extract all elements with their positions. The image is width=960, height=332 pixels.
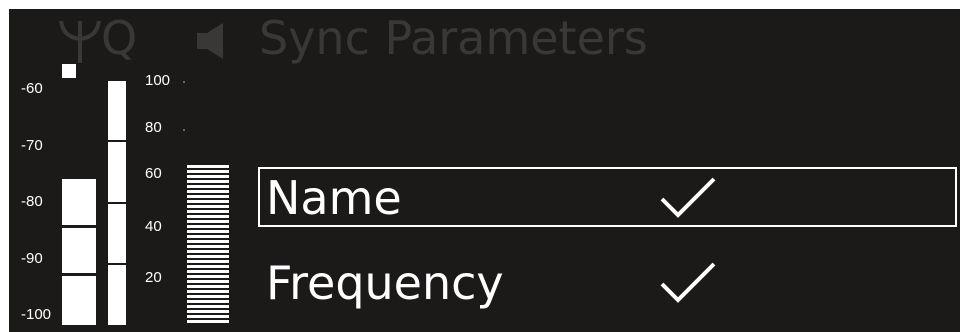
checkmark-icon <box>660 262 716 303</box>
rf-tick: -90 <box>21 250 43 267</box>
level-segment <box>108 142 126 202</box>
rf-tick: -80 <box>21 193 43 210</box>
af-tick: 20 <box>145 269 162 286</box>
menu-item-name[interactable]: Name <box>258 167 957 227</box>
af-level-bar <box>187 165 229 325</box>
menu-item-label: Name <box>266 171 402 225</box>
menu-item-frequency[interactable]: Frequency <box>258 252 957 312</box>
rf-segment <box>62 179 96 225</box>
status-bar: Q Sync Parameters <box>9 9 960 71</box>
af-tick: 60 <box>145 165 162 182</box>
display-screen: Q Sync Parameters -60 -70 -80 -90 -100 1… <box>9 9 960 332</box>
signal-level-bar <box>108 81 126 325</box>
rf-peak-indicator <box>62 64 76 78</box>
rf-level-bar <box>62 179 96 325</box>
level-segment <box>108 204 126 263</box>
af-tick: 40 <box>145 218 162 235</box>
rf-segment <box>62 228 96 273</box>
af-tick: 80 <box>145 119 162 136</box>
rf-tick: -100 <box>21 306 52 323</box>
af-tick-dot <box>183 129 185 131</box>
menu-item-label: Frequency <box>266 256 504 310</box>
page-title: Sync Parameters <box>259 11 648 65</box>
af-tick-dot <box>183 81 185 83</box>
level-segment <box>108 81 126 140</box>
speaker-icon <box>197 23 223 59</box>
diversity-indicator: Q <box>101 11 138 65</box>
rf-segment <box>62 276 96 325</box>
rf-tick: -60 <box>21 80 43 97</box>
antenna-icon <box>59 20 101 63</box>
rf-tick: -70 <box>21 137 43 154</box>
af-tick: 100 <box>145 72 171 89</box>
level-segment <box>108 265 126 325</box>
checkmark-icon <box>660 177 716 218</box>
